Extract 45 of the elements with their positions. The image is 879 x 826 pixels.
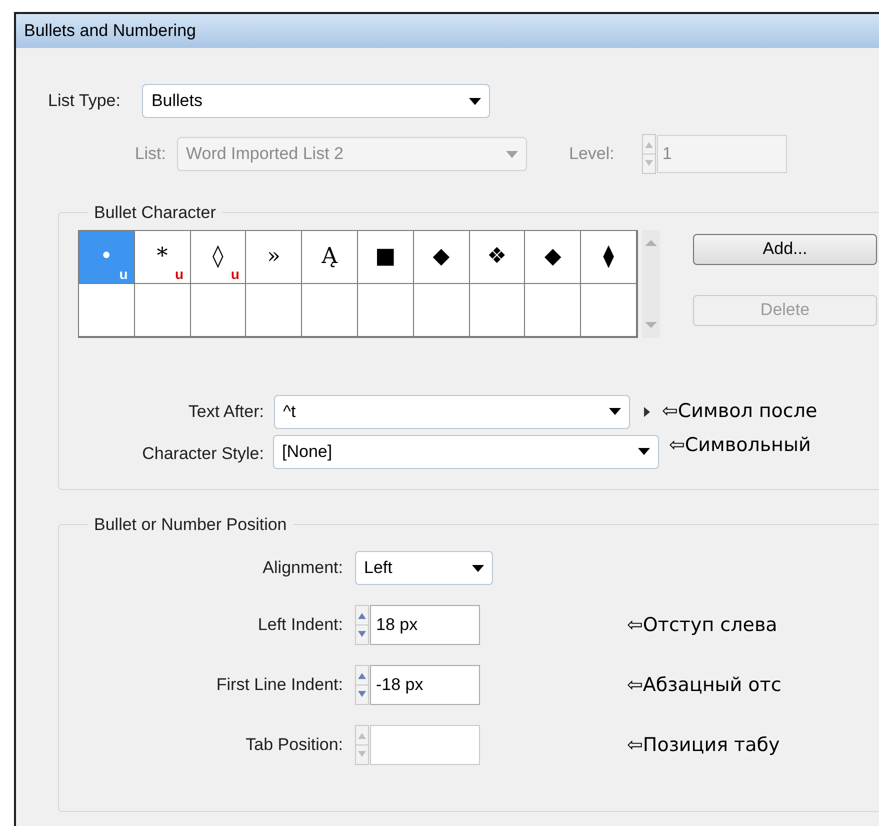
- spinner-arrows-icon[interactable]: [355, 665, 369, 705]
- annotation-text: ⇦Позиция табу: [627, 734, 780, 756]
- dialog-button[interactable]: Add...: [693, 234, 877, 264]
- field-label: First Line Indent:: [215, 674, 343, 696]
- bullet-glyph-cell[interactable]: ◊ u: [190, 230, 246, 284]
- annotation-text: ⇦Абзацный отс: [627, 674, 782, 696]
- unicode-marker: u: [230, 264, 240, 284]
- bullet-glyph-cell[interactable]: * u: [134, 230, 191, 284]
- character-style-dropdown[interactable]: [None]: [273, 434, 659, 468]
- field-label: List Type:: [48, 90, 120, 112]
- field-label: Level:: [569, 143, 614, 166]
- scroll-bar-icon[interactable]: [642, 230, 660, 338]
- field-label: List:: [134, 143, 166, 166]
- field-label: Character Style:: [141, 442, 264, 464]
- field-label: Tab Position:: [244, 734, 343, 756]
- unicode-marker: u: [119, 264, 128, 284]
- caret-icon: [469, 98, 482, 104]
- caret-icon: [638, 448, 650, 455]
- bullet-glyph-cell[interactable]: ⧫: [581, 230, 637, 284]
- window-title: Bullets and Numbering: [24, 20, 196, 42]
- indent-field[interactable]: 18 px: [370, 605, 480, 645]
- group-title: Bullet or Number Position: [93, 514, 288, 536]
- bullet-glyph-cell[interactable]: ❖: [470, 230, 526, 284]
- caret-icon: [506, 150, 518, 158]
- arrow-icon[interactable]: [644, 406, 650, 416]
- annotation-text: ⇦Символьный: [669, 434, 811, 456]
- alignment-dropdown[interactable]: Left: [355, 551, 493, 585]
- field-label: Left Indent:: [256, 614, 343, 636]
- indent-field[interactable]: -18 px: [370, 665, 480, 705]
- group-title: Bullet Character: [93, 202, 217, 224]
- bullet-glyph-cell[interactable]: Ą: [302, 230, 358, 284]
- unicode-marker: u: [175, 264, 184, 284]
- annotation-text: ⇦Символ после: [662, 400, 818, 422]
- bullet-glyph-cell[interactable]: ◆: [525, 230, 582, 284]
- list-type-dropdown[interactable]: Bullets: [142, 84, 490, 118]
- field-label: Text After:: [187, 400, 264, 423]
- field-label: Alignment:: [262, 557, 343, 580]
- text-after-dropdown[interactable]: ^t: [274, 394, 630, 428]
- bullet-glyph-cell[interactable]: »: [246, 230, 302, 284]
- caret-icon: [609, 408, 621, 415]
- caret-icon: [472, 564, 484, 572]
- spinner-arrows-icon[interactable]: [355, 605, 369, 645]
- bullet-glyph-cell[interactable]: ◆: [414, 230, 470, 284]
- bullet-glyph-cell[interactable]: ■: [358, 230, 414, 284]
- annotation-text: ⇦Отступ слева: [627, 614, 778, 636]
